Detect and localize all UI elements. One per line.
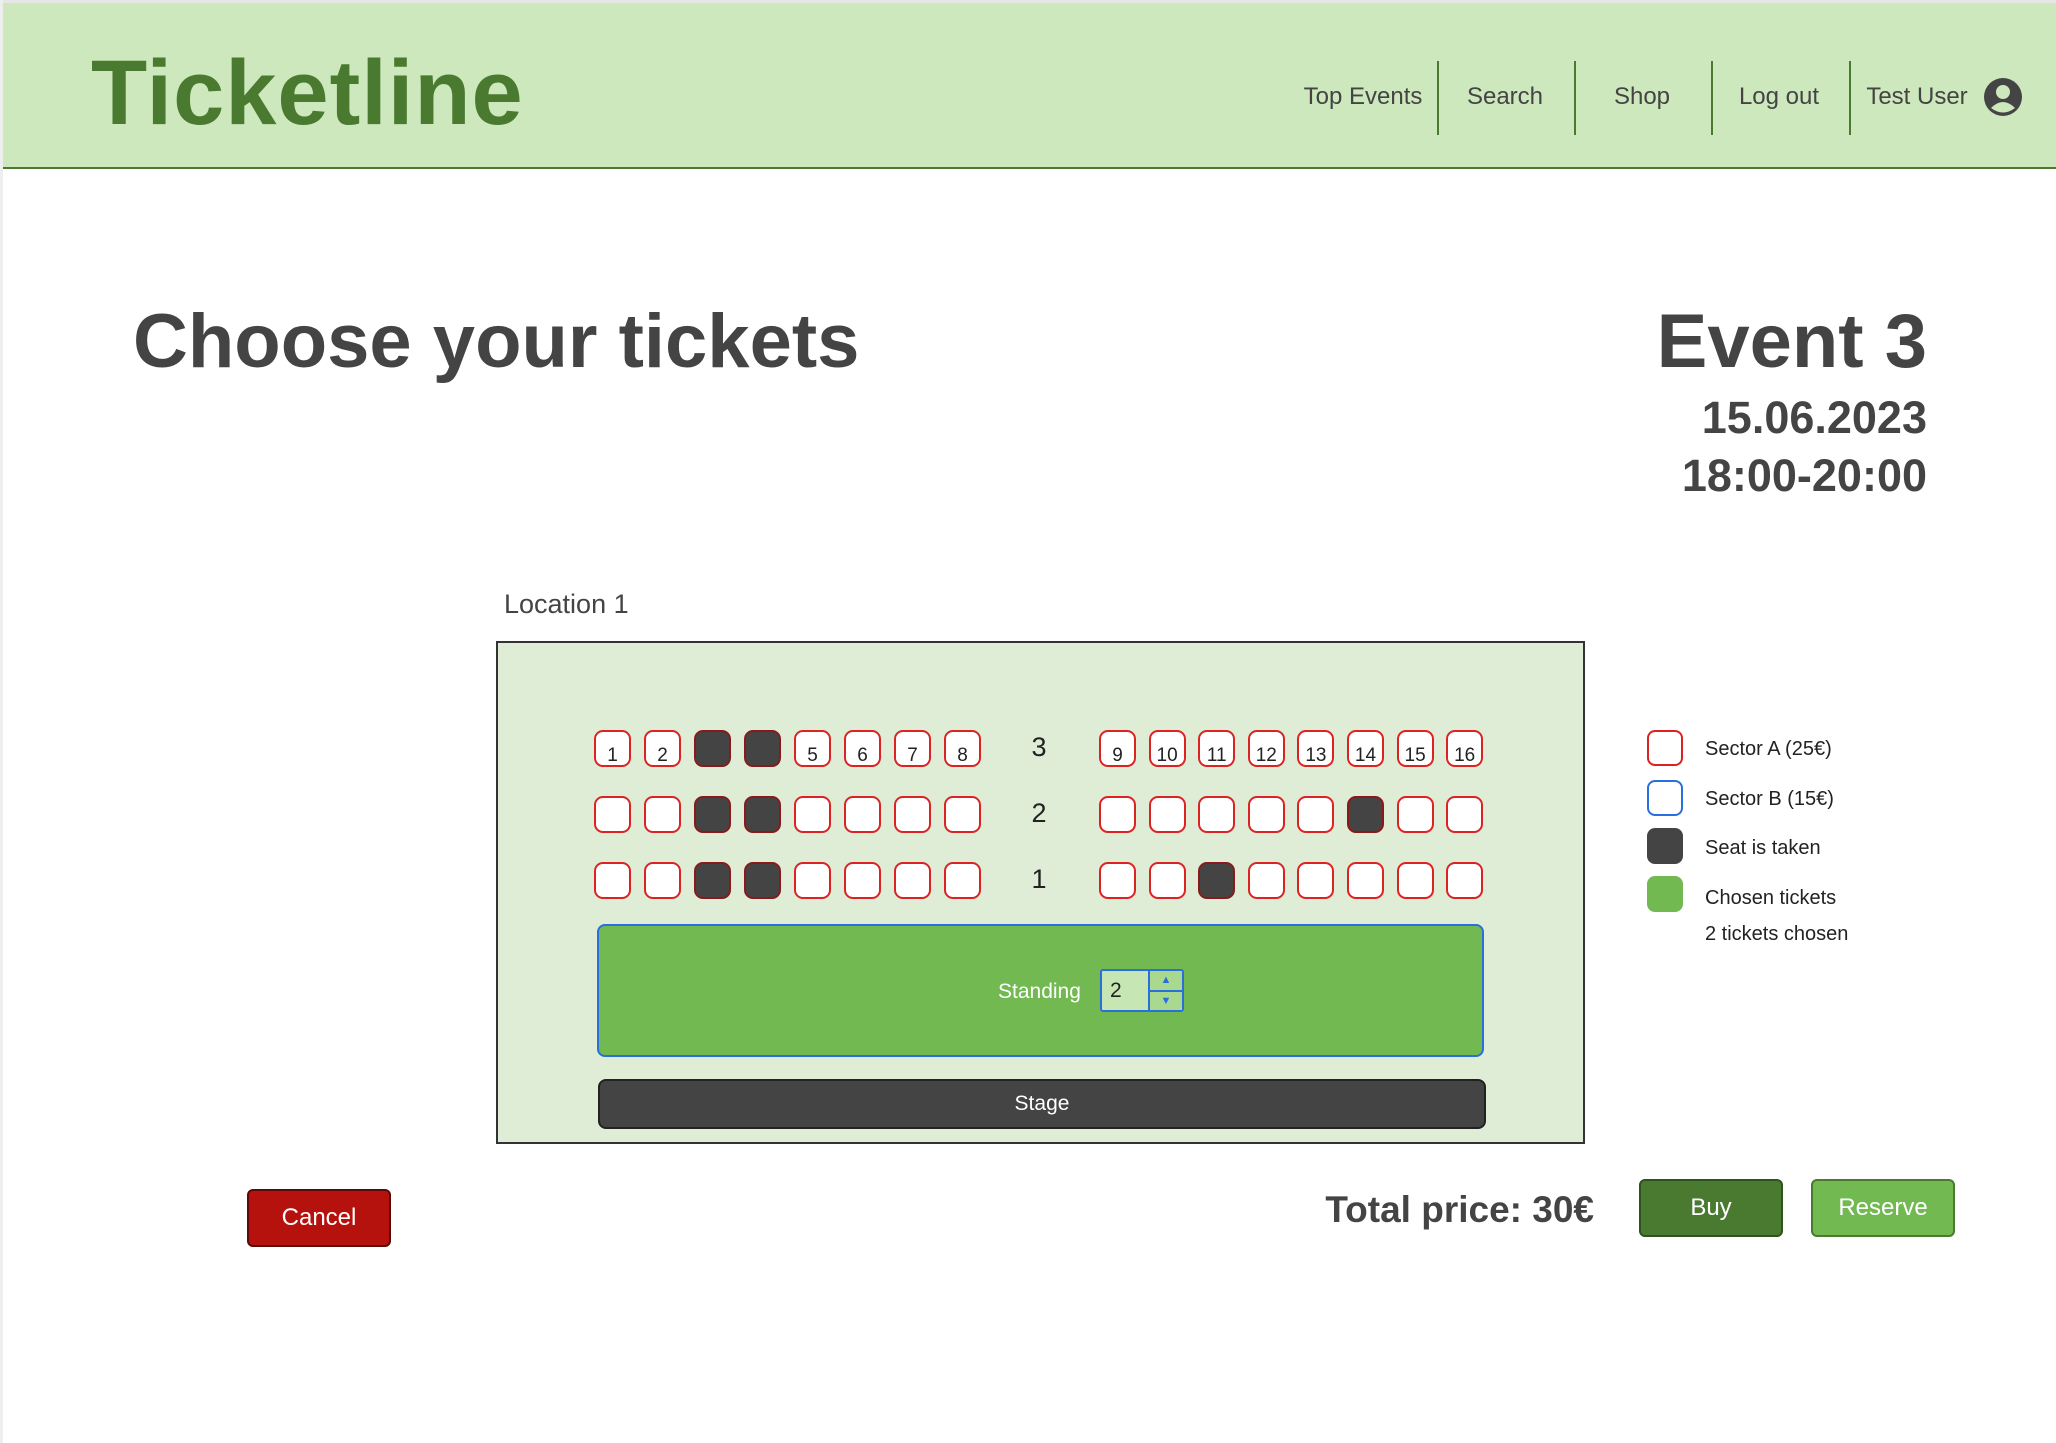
stage: Stage <box>598 1079 1486 1129</box>
seat-row3-3 <box>694 730 731 767</box>
seat-row3-5[interactable]: 5 <box>794 730 831 767</box>
standing-quantity-value[interactable]: 2 <box>1110 979 1122 1003</box>
seat-row1-4 <box>744 862 781 899</box>
nav-divider <box>1437 61 1439 135</box>
user-avatar-icon[interactable] <box>1983 77 2023 117</box>
seat-row2-16[interactable] <box>1446 796 1484 833</box>
row-label: 2 <box>1031 798 1047 828</box>
increment-arrow-icon[interactable]: ▲ <box>1150 971 1182 992</box>
legend-swatch-taken <box>1647 828 1683 864</box>
seat-row1-5[interactable] <box>794 862 831 899</box>
seat-row2-4 <box>744 796 781 833</box>
seat-row3-10[interactable]: 10 <box>1148 730 1186 767</box>
legend-label: Seat is taken <box>1705 837 1821 859</box>
reserve-button[interactable]: Reserve <box>1811 1179 1955 1237</box>
seat-row3-2[interactable]: 2 <box>644 730 681 767</box>
nav-logout[interactable]: Log out <box>1739 83 1819 111</box>
location-label: Location 1 <box>504 589 629 619</box>
seat-row3-15[interactable]: 15 <box>1396 730 1434 767</box>
header-bar: Ticketline Top Events Search Shop Log ou… <box>3 0 2056 169</box>
standing-quantity-stepper[interactable]: 2 ▲ ▼ <box>1100 969 1184 1012</box>
seat-row2-14 <box>1347 796 1384 833</box>
seat-row3-1[interactable]: 1 <box>594 730 631 767</box>
stepper-buttons: ▲ ▼ <box>1148 971 1182 1010</box>
seat-row2-5[interactable] <box>794 796 831 833</box>
seat-row3-8[interactable]: 8 <box>944 730 981 767</box>
seat-row1-15[interactable] <box>1396 862 1434 899</box>
legend-swatch-sector-a <box>1647 730 1683 766</box>
logo[interactable]: Ticketline <box>91 41 524 146</box>
seat-row3-13[interactable]: 13 <box>1297 730 1335 767</box>
seat-row2-3 <box>694 796 731 833</box>
user-name[interactable]: Test User <box>1866 83 1967 111</box>
seat-row1-8[interactable] <box>944 862 981 899</box>
seat-row2-6[interactable] <box>844 796 881 833</box>
seat-row3-16[interactable]: 16 <box>1446 730 1484 767</box>
legend-label: Chosen tickets <box>1705 887 1837 909</box>
seat-row1-12[interactable] <box>1247 862 1285 899</box>
nav-search[interactable]: Search <box>1467 83 1543 111</box>
buy-button[interactable]: Buy <box>1639 1179 1783 1237</box>
event-time: 18:00-20:00 <box>1681 450 1927 501</box>
seat-row1-11 <box>1198 862 1236 899</box>
seat-row1-7[interactable] <box>894 862 931 899</box>
seat-row2-8[interactable] <box>944 796 981 833</box>
seat-row2-12[interactable] <box>1247 796 1285 833</box>
seat-row2-10[interactable] <box>1148 796 1186 833</box>
nav-divider <box>1711 61 1713 135</box>
seat-row3-6[interactable]: 6 <box>844 730 881 767</box>
legend-label: Sector B (15€) <box>1705 788 1834 810</box>
nav-divider <box>1849 61 1851 135</box>
seat-row3-14[interactable]: 14 <box>1347 730 1384 767</box>
seat-row1-13[interactable] <box>1297 862 1335 899</box>
event-name: Event 3 <box>1656 299 1927 384</box>
cancel-button[interactable]: Cancel <box>247 1189 391 1247</box>
seat-row2-9[interactable] <box>1099 796 1136 833</box>
seat-row1-1[interactable] <box>594 862 631 899</box>
seat-row2-7[interactable] <box>894 796 931 833</box>
event-date: 15.06.2023 <box>1701 392 1927 443</box>
nav-top-events[interactable]: Top Events <box>1304 83 1423 111</box>
seat-row1-2[interactable] <box>644 862 681 899</box>
row-label: 1 <box>1031 864 1047 894</box>
seat-row2-2[interactable] <box>644 796 681 833</box>
tickets-chosen-count: 2 tickets chosen <box>1705 923 1849 945</box>
row-label: 3 <box>1031 732 1047 762</box>
seat-row1-10[interactable] <box>1148 862 1186 899</box>
seat-row2-15[interactable] <box>1396 796 1434 833</box>
standing-label: Standing <box>998 980 1081 1003</box>
seat-row1-16[interactable] <box>1446 862 1484 899</box>
seat-row3-11[interactable]: 11 <box>1198 730 1236 767</box>
seat-row3-9[interactable]: 9 <box>1099 730 1136 767</box>
nav-divider <box>1574 61 1576 135</box>
seat-row1-3 <box>694 862 731 899</box>
seat-row2-1[interactable] <box>594 796 631 833</box>
seat-row1-9[interactable] <box>1099 862 1136 899</box>
decrement-arrow-icon[interactable]: ▼ <box>1150 992 1182 1011</box>
page-title: Choose your tickets <box>133 299 860 384</box>
seat-row2-11[interactable] <box>1198 796 1236 833</box>
seat-row1-14[interactable] <box>1347 862 1384 899</box>
seat-row3-4 <box>744 730 781 767</box>
seat-row3-12[interactable]: 12 <box>1247 730 1285 767</box>
nav-shop[interactable]: Shop <box>1614 83 1670 111</box>
total-price: Total price: 30€ <box>1325 1189 1594 1230</box>
seat-row2-13[interactable] <box>1297 796 1335 833</box>
legend-swatch-chosen <box>1647 876 1683 912</box>
legend-swatch-sector-b <box>1647 780 1683 816</box>
seat-row3-7[interactable]: 7 <box>894 730 931 767</box>
seat-row1-6[interactable] <box>844 862 881 899</box>
legend-label: Sector A (25€) <box>1705 738 1832 760</box>
